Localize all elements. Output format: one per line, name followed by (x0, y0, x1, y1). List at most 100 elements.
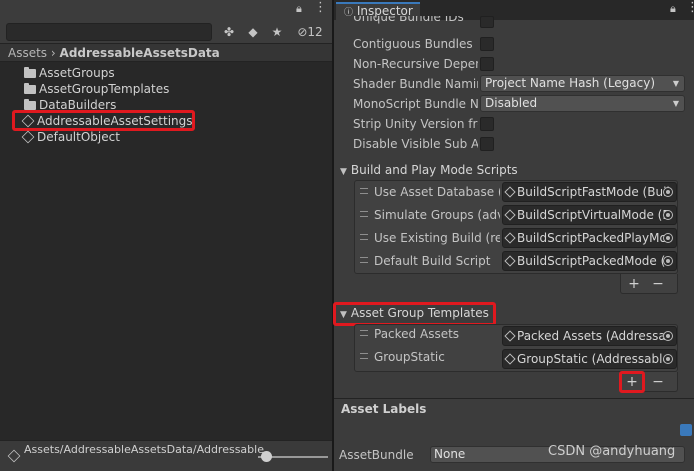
breadcrumb-current[interactable]: AddressableAssetsData (60, 46, 220, 60)
field-value: BuildScriptPackedMode ( (517, 254, 666, 268)
contiguous-bundles-checkbox[interactable] (480, 37, 494, 51)
tree-item-label: DefaultObject (37, 130, 120, 144)
drag-handle-icon[interactable] (360, 188, 368, 194)
icon-size-slider-handle[interactable] (261, 451, 272, 462)
menu-icon[interactable]: ⋮ (314, 0, 327, 15)
asset-labels-header: Asset Labels (334, 398, 694, 420)
drag-handle-icon[interactable] (360, 330, 368, 336)
list-item-label: Use Existing Build (req (374, 231, 500, 245)
tree-item-label: AddressableAssetSettings (37, 114, 193, 128)
breadcrumb: Assets › AddressableAssetsData (0, 44, 332, 62)
scriptable-object-icon (21, 130, 35, 144)
list-item[interactable]: Simulate Groups (adva (360, 207, 500, 223)
group-templates-foldout[interactable]: ▼ Asset Group Templates (340, 305, 489, 321)
remove-template-button[interactable]: − (648, 374, 668, 390)
template-field[interactable]: Packed Assets (Addressa (502, 326, 677, 346)
selected-asset-path: Assets/AddressableAssetsData/Addressable… (24, 443, 264, 456)
add-build-script-button[interactable]: + (624, 276, 644, 292)
folder-icon (24, 67, 36, 78)
list-item-label: GroupStatic (374, 350, 445, 364)
row-monoscript-bundle: MonoScript Bundle Na (353, 97, 478, 111)
tree-item-defaultobject[interactable]: DefaultObject (21, 129, 120, 145)
list-item[interactable]: Packed Assets (360, 326, 500, 342)
lock-icon[interactable]: 🔒︎ (670, 2, 676, 16)
object-picker-icon[interactable] (663, 233, 673, 243)
menu-icon[interactable]: ⋮ (686, 0, 694, 15)
project-title-bar: 🔒︎ ⋮ (0, 0, 332, 20)
row-unique-bundle-ids: Unique Bundle IDs (353, 16, 464, 24)
assetbundle-label: AssetBundle (339, 448, 414, 462)
script-asset-icon (504, 186, 516, 198)
list-item-label: Default Build Script (374, 254, 491, 268)
build-script-field[interactable]: BuildScriptPackedMode ( (502, 251, 677, 271)
object-picker-icon[interactable] (663, 331, 673, 341)
inspector-scrollbar[interactable] (686, 20, 694, 396)
row-shader-bundle-naming: Shader Bundle Naming (353, 77, 478, 91)
breadcrumb-separator: › (50, 46, 56, 60)
build-script-field[interactable]: BuildScriptPackedPlayMo (502, 228, 677, 248)
add-template-button[interactable]: + (622, 374, 642, 390)
breadcrumb-root[interactable]: Assets (8, 46, 47, 60)
field-value: BuildScriptFastMode (Buil (517, 185, 670, 199)
strip-unity-version-checkbox[interactable] (480, 117, 494, 131)
row-strip-unity-version: Strip Unity Version fror (353, 117, 478, 131)
field-value: Packed Assets (Addressa (517, 329, 666, 343)
foldout-arrow-icon: ▼ (340, 310, 347, 320)
tree-item-label: AssetGroupTemplates (39, 82, 170, 96)
script-asset-icon (504, 209, 516, 221)
field-value: BuildScriptVirtualMode (B (517, 208, 671, 222)
tree-item-assetgrouptemplates[interactable]: AssetGroupTemplates (24, 81, 169, 97)
foldout-title: Build and Play Mode Scripts (350, 163, 518, 177)
hidden-packages-icon[interactable]: ⊘12 (292, 23, 328, 41)
list-item-label: Simulate Groups (adva (374, 208, 500, 222)
build-scripts-foldout[interactable]: ▼ Build and Play Mode Scripts (340, 162, 518, 178)
object-picker-icon[interactable] (663, 256, 673, 266)
template-field[interactable]: GroupStatic (Addressable (502, 349, 677, 369)
search-input[interactable] (6, 23, 212, 41)
lock-icon[interactable]: 🔒︎ (296, 2, 302, 16)
list-item[interactable]: Use Existing Build (req (360, 230, 500, 246)
script-asset-icon (504, 232, 516, 244)
template-asset-icon (504, 353, 516, 365)
object-picker-icon[interactable] (663, 210, 673, 220)
build-script-field[interactable]: BuildScriptVirtualMode (B (502, 205, 677, 225)
project-toolbar: ✤ ◆ ★ ⊘12 (0, 20, 332, 44)
row-disable-visible-sub: Disable Visible Sub As (353, 137, 478, 151)
list-item[interactable]: GroupStatic (360, 349, 500, 365)
list-item[interactable]: Use Asset Database (fa (360, 184, 500, 200)
tree-item-label: AssetGroups (39, 66, 115, 80)
shader-bundle-naming-dropdown[interactable]: Project Name Hash (Legacy) (480, 75, 685, 92)
inspector-tab-icon: ⓘ (344, 8, 354, 18)
object-picker-icon[interactable] (663, 354, 673, 364)
script-asset-icon (504, 255, 516, 267)
foldout-arrow-icon: ▼ (340, 167, 347, 177)
watermark: CSDN @andyhuang (548, 444, 676, 459)
folder-icon (24, 99, 36, 110)
drag-handle-icon[interactable] (360, 234, 368, 240)
drag-handle-icon[interactable] (360, 211, 368, 217)
tree-item-addressableassetsettings[interactable]: AddressableAssetSettings (21, 113, 193, 129)
list-item-label: Use Asset Database (fa (374, 185, 500, 199)
monoscript-bundle-dropdown[interactable]: Disabled (480, 95, 685, 112)
favorite-star-icon[interactable]: ★ (268, 23, 286, 41)
non-recursive-checkbox[interactable] (480, 57, 494, 71)
row-contiguous-bundles: Contiguous Bundles (353, 37, 473, 51)
filter-by-type-icon[interactable]: ✤ (220, 23, 238, 41)
drag-handle-icon[interactable] (360, 353, 368, 359)
list-item[interactable]: Default Build Script (360, 253, 500, 269)
scriptable-object-icon (21, 114, 35, 128)
drag-handle-icon[interactable] (360, 257, 368, 263)
disable-visible-sub-checkbox[interactable] (480, 137, 494, 151)
row-non-recursive: Non-Recursive Depen (353, 57, 478, 71)
unique-bundle-ids-checkbox[interactable] (480, 16, 494, 28)
list-item-label: Packed Assets (374, 327, 460, 341)
tree-item-assetgroups[interactable]: AssetGroups (24, 65, 115, 81)
build-script-field[interactable]: BuildScriptFastMode (Buil (502, 182, 677, 202)
remove-build-script-button[interactable]: − (648, 276, 668, 292)
filter-by-label-icon[interactable]: ◆ (244, 23, 262, 41)
hidden-count: 12 (307, 25, 323, 39)
foldout-title: Asset Group Templates (350, 306, 489, 320)
object-picker-icon[interactable] (663, 187, 673, 197)
label-tag-icon[interactable] (680, 424, 692, 436)
field-value: GroupStatic (Addressable (517, 352, 670, 366)
